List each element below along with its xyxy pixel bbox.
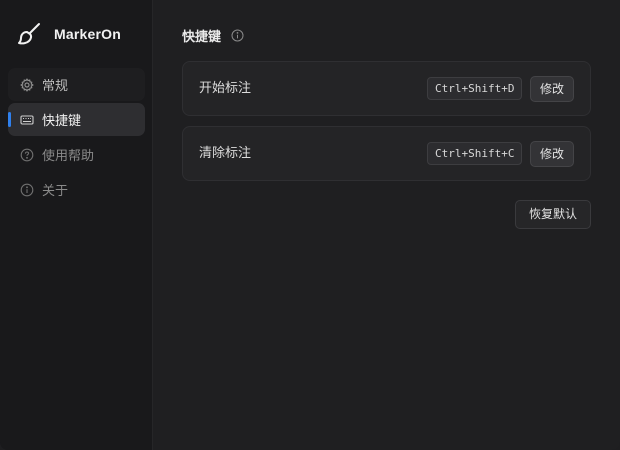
shortcut-keys: Ctrl+Shift+D <box>427 77 523 100</box>
shortcut-label: 清除标注 <box>199 146 252 161</box>
shortcut-row-clear: 清除标注 Ctrl+Shift+C 修改 <box>182 126 591 181</box>
settings-window: MarkerOn 常规 快捷键 使用帮助 关于 快捷键 开始标注 Ctrl+Sh… <box>0 0 620 450</box>
sidebar-item-shortcuts[interactable]: 快捷键 <box>8 103 145 136</box>
reset-defaults-button[interactable]: 恢复默认 <box>515 200 591 229</box>
app-name: MarkerOn <box>54 26 121 42</box>
brand: MarkerOn <box>17 20 121 48</box>
brush-logo-icon <box>17 21 43 47</box>
help-circle-icon <box>20 148 34 162</box>
shortcut-row-start: 开始标注 Ctrl+Shift+D 修改 <box>182 61 591 116</box>
active-indicator <box>8 112 11 127</box>
sidebar-item-label: 快捷键 <box>42 114 82 129</box>
sidebar-item-general[interactable]: 常规 <box>8 68 145 101</box>
sidebar: MarkerOn 常规 快捷键 使用帮助 关于 <box>0 0 153 450</box>
sidebar-nav: 常规 快捷键 使用帮助 关于 <box>8 68 145 208</box>
sidebar-item-label: 常规 <box>42 79 69 94</box>
main-panel: 快捷键 开始标注 Ctrl+Shift+D 修改 清除标注 Ctrl+Shift… <box>153 0 620 450</box>
sidebar-item-help[interactable]: 使用帮助 <box>8 138 145 171</box>
edit-shortcut-button[interactable]: 修改 <box>530 76 574 102</box>
sidebar-item-about[interactable]: 关于 <box>8 173 145 206</box>
edit-shortcut-button[interactable]: 修改 <box>530 141 574 167</box>
shortcut-keys: Ctrl+Shift+C <box>427 142 523 165</box>
sidebar-item-label: 使用帮助 <box>42 149 95 164</box>
sidebar-item-label: 关于 <box>42 184 69 199</box>
page-header: 快捷键 <box>182 26 244 45</box>
page-title: 快捷键 <box>182 30 222 45</box>
gear-icon <box>20 77 34 92</box>
info-circle-icon <box>20 183 34 197</box>
shortcut-label: 开始标注 <box>199 81 252 96</box>
info-icon[interactable] <box>231 29 244 42</box>
keyboard-icon <box>20 113 34 127</box>
